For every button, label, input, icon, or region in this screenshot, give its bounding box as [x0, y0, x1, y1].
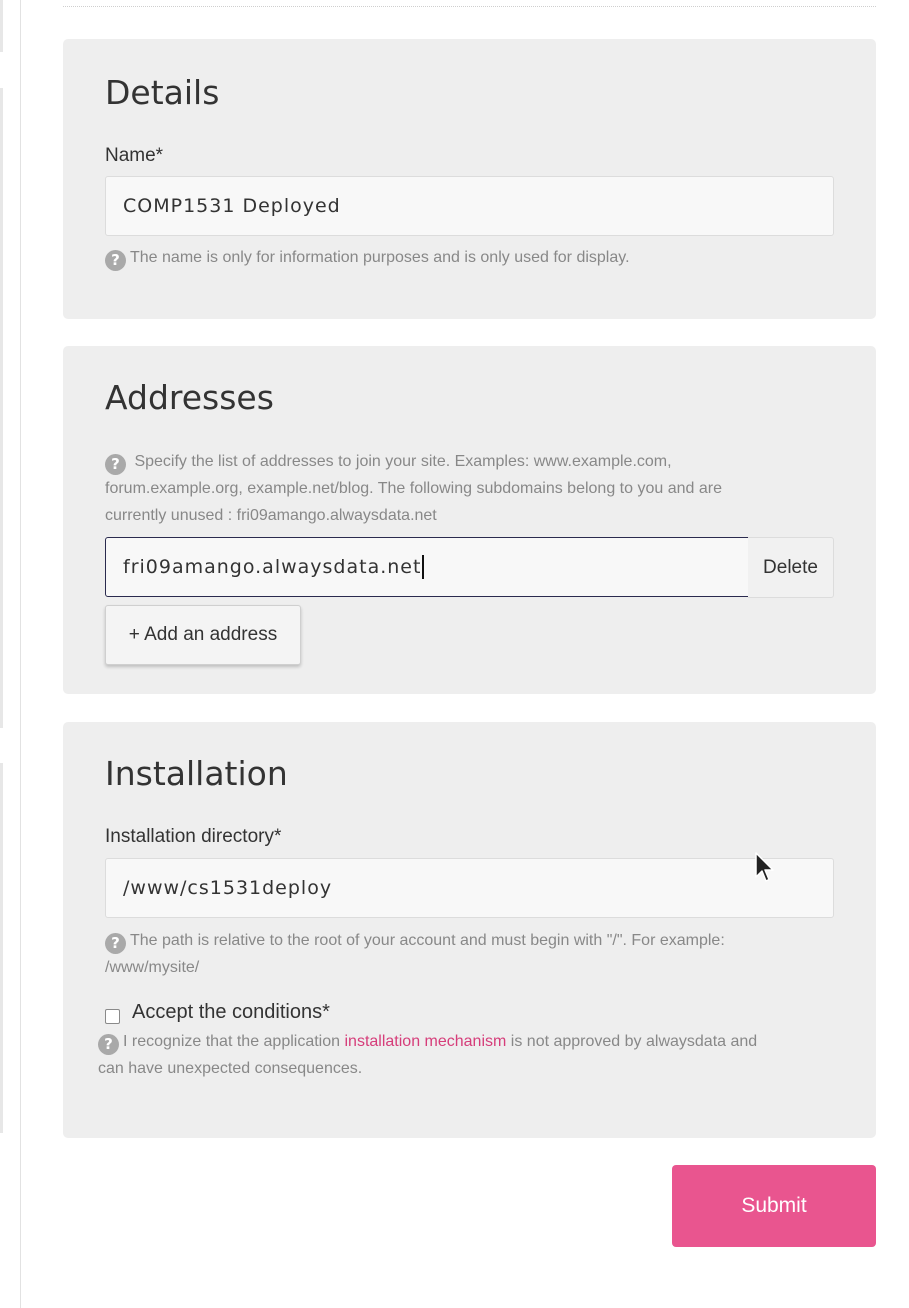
help-icon: ?: [98, 1034, 119, 1055]
help-icon: ?: [105, 454, 126, 475]
installation-directory-label: Installation directory*: [105, 826, 282, 847]
installation-directory-input[interactable]: /www/cs1531deploy: [105, 858, 834, 918]
addresses-heading: Addresses: [105, 378, 274, 417]
name-label: Name*: [105, 145, 164, 166]
text-caret: [422, 555, 425, 579]
top-divider: [63, 6, 876, 7]
accept-conditions-checkbox[interactable]: [105, 1009, 120, 1024]
accept-conditions-label[interactable]: Accept the conditions*: [132, 1001, 330, 1024]
conditions-suffix: is not approved by alwaysdata and: [506, 1033, 758, 1050]
addresses-help-line: currently unused : fri09amango.alwaysdat…: [105, 507, 437, 524]
installation-heading: Installation: [105, 754, 288, 793]
installation-directory-help: ? The path is relative to the root of you…: [105, 927, 834, 981]
mouse-pointer-icon: [755, 852, 774, 882]
conditions-prefix: I recognize that the application: [123, 1033, 345, 1050]
directory-help-text-1: The path is relative to the root of your…: [130, 932, 725, 949]
submit-button[interactable]: Submit: [672, 1165, 876, 1247]
address-input-value: fri09amango.alwaysdata.net: [123, 556, 422, 578]
name-help-text: The name is only for information purpose…: [130, 249, 630, 266]
addresses-help-line: forum.example.org, example.net/blog. The…: [105, 480, 722, 497]
sidebar-edge-mark: [0, 88, 3, 728]
installation-mechanism-link[interactable]: installation mechanism: [344, 1033, 506, 1050]
installation-directory-value: /www/cs1531deploy: [123, 877, 333, 899]
conditions-help-line: can have unexpected consequences.: [98, 1060, 363, 1077]
details-heading: Details: [105, 73, 220, 112]
addresses-help-text-1: Specify the list of addresses to join yo…: [134, 453, 672, 470]
installation-panel: Installation Installation directory* /ww…: [63, 722, 876, 1138]
conditions-help: ? I recognize that the application instal…: [98, 1028, 838, 1082]
name-help: ? The name is only for information purpos…: [105, 244, 630, 271]
delete-address-button[interactable]: Delete: [748, 537, 834, 598]
add-address-button[interactable]: + Add an address: [105, 605, 301, 665]
conditions-help-line: ? I recognize that the application instal…: [98, 1028, 838, 1055]
addresses-help: ? Specify the list of addresses to join …: [105, 448, 834, 529]
help-icon: ?: [105, 933, 126, 954]
left-sidebar-edge: [0, 0, 21, 1308]
help-icon: ?: [105, 250, 126, 271]
address-input[interactable]: fri09amango.alwaysdata.net: [105, 537, 749, 597]
name-input[interactable]: COMP1531 Deployed: [105, 176, 834, 236]
directory-help-line: /www/mysite/: [105, 959, 200, 976]
addresses-panel: Addresses ? Specify the list of addresse…: [63, 346, 876, 694]
name-input-value: COMP1531 Deployed: [123, 195, 341, 217]
sidebar-edge-mark: [0, 763, 3, 1133]
directory-help-line: ? The path is relative to the root of you…: [105, 927, 834, 954]
addresses-help-line: ? Specify the list of addresses to join …: [105, 448, 834, 475]
details-panel: Details Name* COMP1531 Deployed ? The nam…: [63, 39, 876, 319]
sidebar-edge-mark: [0, 0, 3, 52]
